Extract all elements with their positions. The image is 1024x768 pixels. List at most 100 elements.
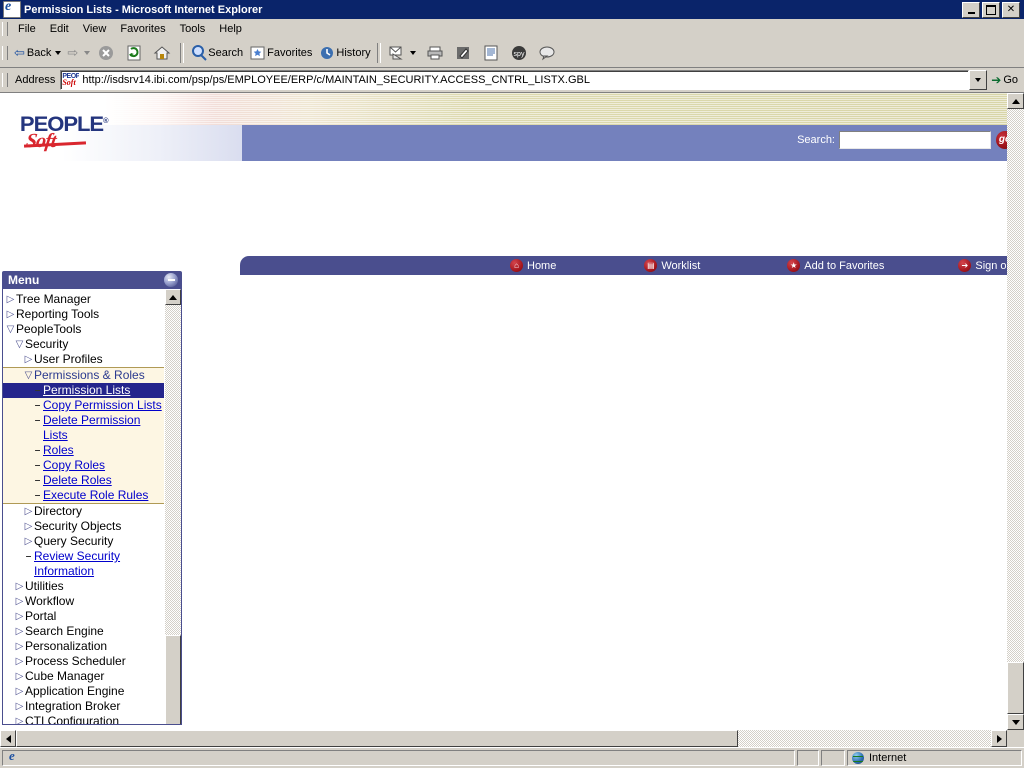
expand-triangle-icon[interactable]: ▷ bbox=[14, 624, 25, 639]
menu-item-cube-manager[interactable]: ▷ Cube Manager bbox=[3, 669, 164, 684]
favorites-toolbar-button[interactable]: Favorites bbox=[246, 42, 315, 64]
forward-dropdown-icon[interactable] bbox=[84, 51, 91, 55]
address-dropdown-button[interactable] bbox=[969, 70, 988, 90]
back-dropdown-icon[interactable] bbox=[55, 51, 62, 55]
menu-item-application-engine[interactable]: ▷ Application Engine bbox=[3, 684, 164, 699]
mail-dropdown-icon[interactable] bbox=[409, 51, 416, 55]
nav-add-to-favorites[interactable]: ★ Add to Favorites bbox=[787, 259, 884, 272]
menu-tools[interactable]: Tools bbox=[173, 21, 213, 37]
menu-favorites[interactable]: Favorites bbox=[113, 21, 172, 37]
menu-item-utilities[interactable]: ▷ Utilities bbox=[3, 579, 164, 594]
collapse-triangle-icon[interactable]: ▽ bbox=[14, 337, 25, 352]
menu-item-search-engine[interactable]: ▷ Search Engine bbox=[3, 624, 164, 639]
home-button[interactable] bbox=[149, 42, 177, 64]
address-bar-grip[interactable] bbox=[2, 73, 8, 87]
menu-vertical-scrollbar[interactable] bbox=[164, 289, 181, 724]
expand-triangle-icon[interactable]: ▷ bbox=[5, 292, 16, 307]
menu-scroll-track[interactable] bbox=[165, 305, 181, 724]
page-scroll-up-button[interactable] bbox=[1007, 93, 1024, 109]
menu-item-permissions-roles[interactable]: ▽ Permissions & Roles bbox=[3, 367, 164, 383]
page-scroll-track-h[interactable] bbox=[16, 730, 991, 747]
menu-item-security[interactable]: ▽ Security bbox=[3, 337, 164, 352]
go-button[interactable]: ➔ Go bbox=[987, 73, 1024, 87]
expand-triangle-icon[interactable]: ▷ bbox=[14, 594, 25, 609]
menu-file[interactable]: File bbox=[11, 21, 43, 37]
expand-triangle-icon[interactable]: ▷ bbox=[5, 307, 16, 322]
collapse-triangle-icon[interactable]: ▽ bbox=[5, 322, 16, 337]
toolbar-grip[interactable] bbox=[2, 46, 8, 60]
page-scroll-right-button[interactable] bbox=[991, 730, 1007, 747]
menu-help[interactable]: Help bbox=[212, 21, 249, 37]
menu-item-delete-roles[interactable]: – Delete Roles bbox=[3, 473, 164, 488]
history-toolbar-button[interactable]: History bbox=[315, 42, 373, 64]
edit-button[interactable] bbox=[450, 42, 478, 64]
menu-item-personalization[interactable]: ▷ Personalization bbox=[3, 639, 164, 654]
menu-item-cti-configuration[interactable]: ▷ CTI Configuration bbox=[3, 714, 164, 724]
page-vertical-scrollbar[interactable] bbox=[1007, 93, 1024, 730]
menu-item-roles[interactable]: – Roles bbox=[3, 443, 164, 458]
mail-button[interactable] bbox=[384, 42, 422, 64]
nav-home[interactable]: ⌂ Home bbox=[510, 259, 556, 272]
page-scroll-thumb[interactable] bbox=[1007, 662, 1024, 714]
expand-triangle-icon[interactable]: ▷ bbox=[14, 669, 25, 684]
page-scroll-left-button[interactable] bbox=[0, 730, 16, 747]
expand-triangle-icon[interactable]: ▷ bbox=[14, 714, 25, 724]
collapse-triangle-icon[interactable]: ▽ bbox=[23, 368, 34, 383]
expand-triangle-icon[interactable]: ▷ bbox=[14, 654, 25, 669]
collapse-icon[interactable] bbox=[164, 273, 178, 287]
spy-button[interactable]: spy bbox=[506, 42, 534, 64]
forward-button[interactable]: ⇨ bbox=[64, 42, 83, 64]
discuss-button[interactable] bbox=[534, 42, 562, 64]
portal-search-input[interactable] bbox=[840, 132, 990, 148]
leaf-dash-icon: – bbox=[34, 415, 41, 426]
menu-item-copy-permission-lists[interactable]: – Copy Permission Lists bbox=[3, 398, 164, 413]
menu-item-execute-role-rules[interactable]: – Execute Role Rules bbox=[3, 488, 164, 503]
refresh-button[interactable] bbox=[121, 42, 149, 64]
stop-button[interactable] bbox=[93, 42, 121, 64]
expand-triangle-icon[interactable]: ▷ bbox=[14, 684, 25, 699]
expand-triangle-icon[interactable]: ▷ bbox=[14, 699, 25, 714]
close-button[interactable]: ✕ bbox=[1002, 1, 1020, 18]
menu-view[interactable]: View bbox=[76, 21, 114, 37]
menu-item-directory[interactable]: ▷ Directory bbox=[3, 503, 164, 519]
read-mail-button[interactable] bbox=[478, 42, 506, 64]
back-button[interactable]: ⇦ Back bbox=[11, 42, 54, 64]
search-toolbar-button[interactable]: Search bbox=[187, 42, 246, 64]
menu-bar-grip[interactable] bbox=[2, 22, 8, 36]
menu-item-peopletools[interactable]: ▽ PeopleTools bbox=[3, 322, 164, 337]
expand-triangle-icon[interactable]: ▷ bbox=[23, 352, 34, 367]
portal-search-box[interactable] bbox=[839, 131, 991, 149]
expand-triangle-icon[interactable]: ▷ bbox=[23, 519, 34, 534]
minimize-button[interactable] bbox=[962, 1, 980, 18]
menu-scroll-thumb[interactable] bbox=[165, 635, 181, 724]
menu-item-permission-lists[interactable]: – Permission Lists bbox=[3, 383, 164, 398]
menu-item-reporting-tools[interactable]: ▷ Reporting Tools bbox=[3, 307, 164, 322]
menu-item-query-security[interactable]: ▷ Query Security bbox=[3, 534, 164, 549]
menu-edit[interactable]: Edit bbox=[43, 21, 76, 37]
page-horizontal-scrollbar[interactable] bbox=[0, 730, 1007, 747]
menu-item-tree-manager[interactable]: ▷ Tree Manager bbox=[3, 292, 164, 307]
menu-scroll-up-button[interactable] bbox=[165, 289, 181, 305]
menu-item-process-scheduler[interactable]: ▷ Process Scheduler bbox=[3, 654, 164, 669]
page-scroll-thumb-h[interactable] bbox=[16, 730, 738, 747]
page-scroll-down-button[interactable] bbox=[1007, 714, 1024, 730]
menu-item-portal[interactable]: ▷ Portal bbox=[3, 609, 164, 624]
menu-item-integration-broker[interactable]: ▷ Integration Broker bbox=[3, 699, 164, 714]
expand-triangle-icon[interactable]: ▷ bbox=[14, 609, 25, 624]
expand-triangle-icon[interactable]: ▷ bbox=[14, 639, 25, 654]
menu-item-review-security-information[interactable]: – Review Security Information bbox=[3, 549, 164, 579]
mail-icon bbox=[387, 43, 409, 64]
expand-triangle-icon[interactable]: ▷ bbox=[23, 534, 34, 549]
restore-button[interactable] bbox=[982, 1, 1000, 18]
menu-item-security-objects[interactable]: ▷ Security Objects bbox=[3, 519, 164, 534]
menu-item-workflow[interactable]: ▷ Workflow bbox=[3, 594, 164, 609]
expand-triangle-icon[interactable]: ▷ bbox=[23, 504, 34, 519]
page-scroll-track[interactable] bbox=[1007, 109, 1024, 714]
menu-item-copy-roles[interactable]: – Copy Roles bbox=[3, 458, 164, 473]
print-button[interactable] bbox=[422, 42, 450, 64]
expand-triangle-icon[interactable]: ▷ bbox=[14, 579, 25, 594]
menu-item-delete-permission-lists[interactable]: – Delete Permission Lists bbox=[3, 413, 164, 443]
address-input[interactable]: PEOPLE Soft http://isdsrv14.ibi.com/psp/… bbox=[60, 70, 970, 90]
nav-worklist[interactable]: ▤ Worklist bbox=[644, 259, 700, 272]
menu-item-user-profiles[interactable]: ▷ User Profiles bbox=[3, 352, 164, 367]
